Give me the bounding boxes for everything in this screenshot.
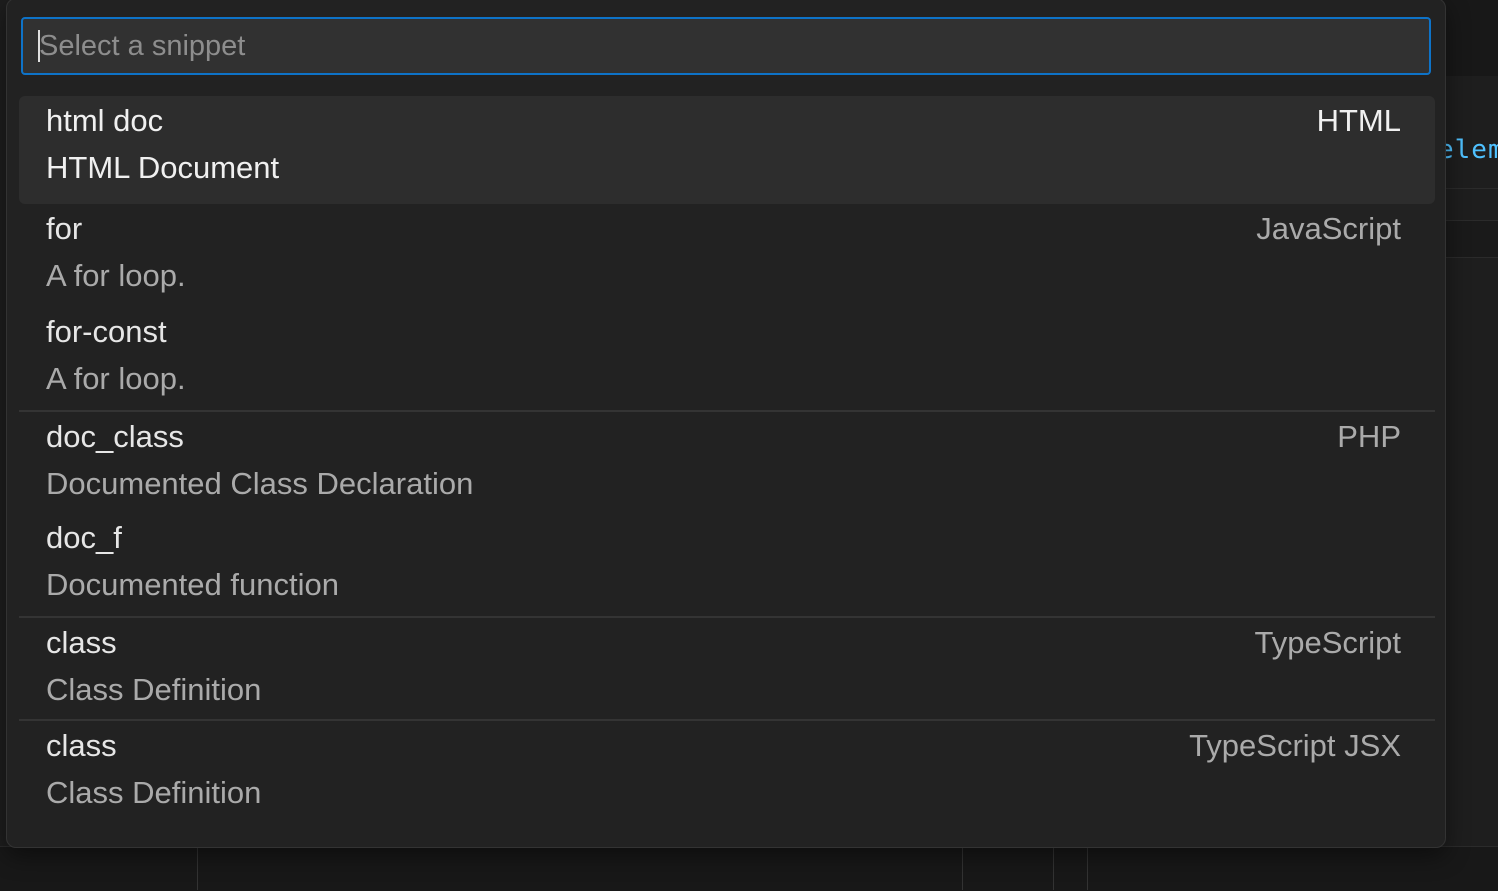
editor-tab-strip bbox=[1440, 0, 1498, 76]
snippet-search-input[interactable] bbox=[21, 17, 1431, 75]
snippet-label: for-const bbox=[46, 315, 1401, 349]
snippet-description: Class Definition bbox=[46, 776, 1401, 810]
snippet-item-class-ts[interactable]: class Class Definition TypeScript bbox=[19, 616, 1435, 719]
snippet-label: for bbox=[46, 212, 1401, 246]
snippet-description: A for loop. bbox=[46, 362, 1401, 396]
snippet-description: Documented Class Declaration bbox=[46, 467, 1401, 501]
bottom-panel bbox=[0, 846, 1498, 891]
editor-divider bbox=[1440, 188, 1498, 189]
snippet-quick-pick: html doc HTML Document HTML for A for lo… bbox=[6, 0, 1446, 848]
editor-code-fragment: elem bbox=[1438, 135, 1498, 165]
editor-highlight-band bbox=[1440, 220, 1498, 258]
snippet-item-html-doc[interactable]: html doc HTML Document HTML bbox=[19, 96, 1435, 204]
snippet-language: PHP bbox=[1337, 420, 1401, 454]
text-cursor bbox=[38, 30, 40, 62]
snippet-language: TypeScript JSX bbox=[1189, 729, 1401, 763]
bottom-panel-divider bbox=[1053, 846, 1054, 890]
snippet-list: html doc HTML Document HTML for A for lo… bbox=[19, 96, 1435, 822]
bottom-panel-divider bbox=[1087, 846, 1088, 890]
snippet-language: JavaScript bbox=[1256, 212, 1401, 246]
snippet-item-for[interactable]: for A for loop. JavaScript bbox=[19, 204, 1435, 307]
snippet-label: html doc bbox=[46, 104, 1401, 138]
snippet-item-for-const[interactable]: for-const A for loop. bbox=[19, 307, 1435, 410]
snippet-label: doc_f bbox=[46, 521, 1401, 555]
snippet-description: Documented function bbox=[46, 568, 1401, 602]
snippet-description: Class Definition bbox=[46, 673, 1401, 707]
snippet-description: A for loop. bbox=[46, 259, 1401, 293]
snippet-label: doc_class bbox=[46, 420, 1401, 454]
snippet-item-doc-class[interactable]: doc_class Documented Class Declaration P… bbox=[19, 410, 1435, 513]
snippet-language: TypeScript bbox=[1255, 626, 1401, 660]
snippet-label: class bbox=[46, 626, 1401, 660]
snippet-item-doc-f[interactable]: doc_f Documented function bbox=[19, 513, 1435, 616]
snippet-item-class-tsx[interactable]: class Class Definition TypeScript JSX bbox=[19, 719, 1435, 822]
bottom-panel-divider bbox=[962, 846, 963, 890]
snippet-description: HTML Document bbox=[46, 151, 1401, 185]
bottom-panel-divider bbox=[197, 846, 198, 890]
snippet-language: HTML bbox=[1317, 104, 1401, 138]
